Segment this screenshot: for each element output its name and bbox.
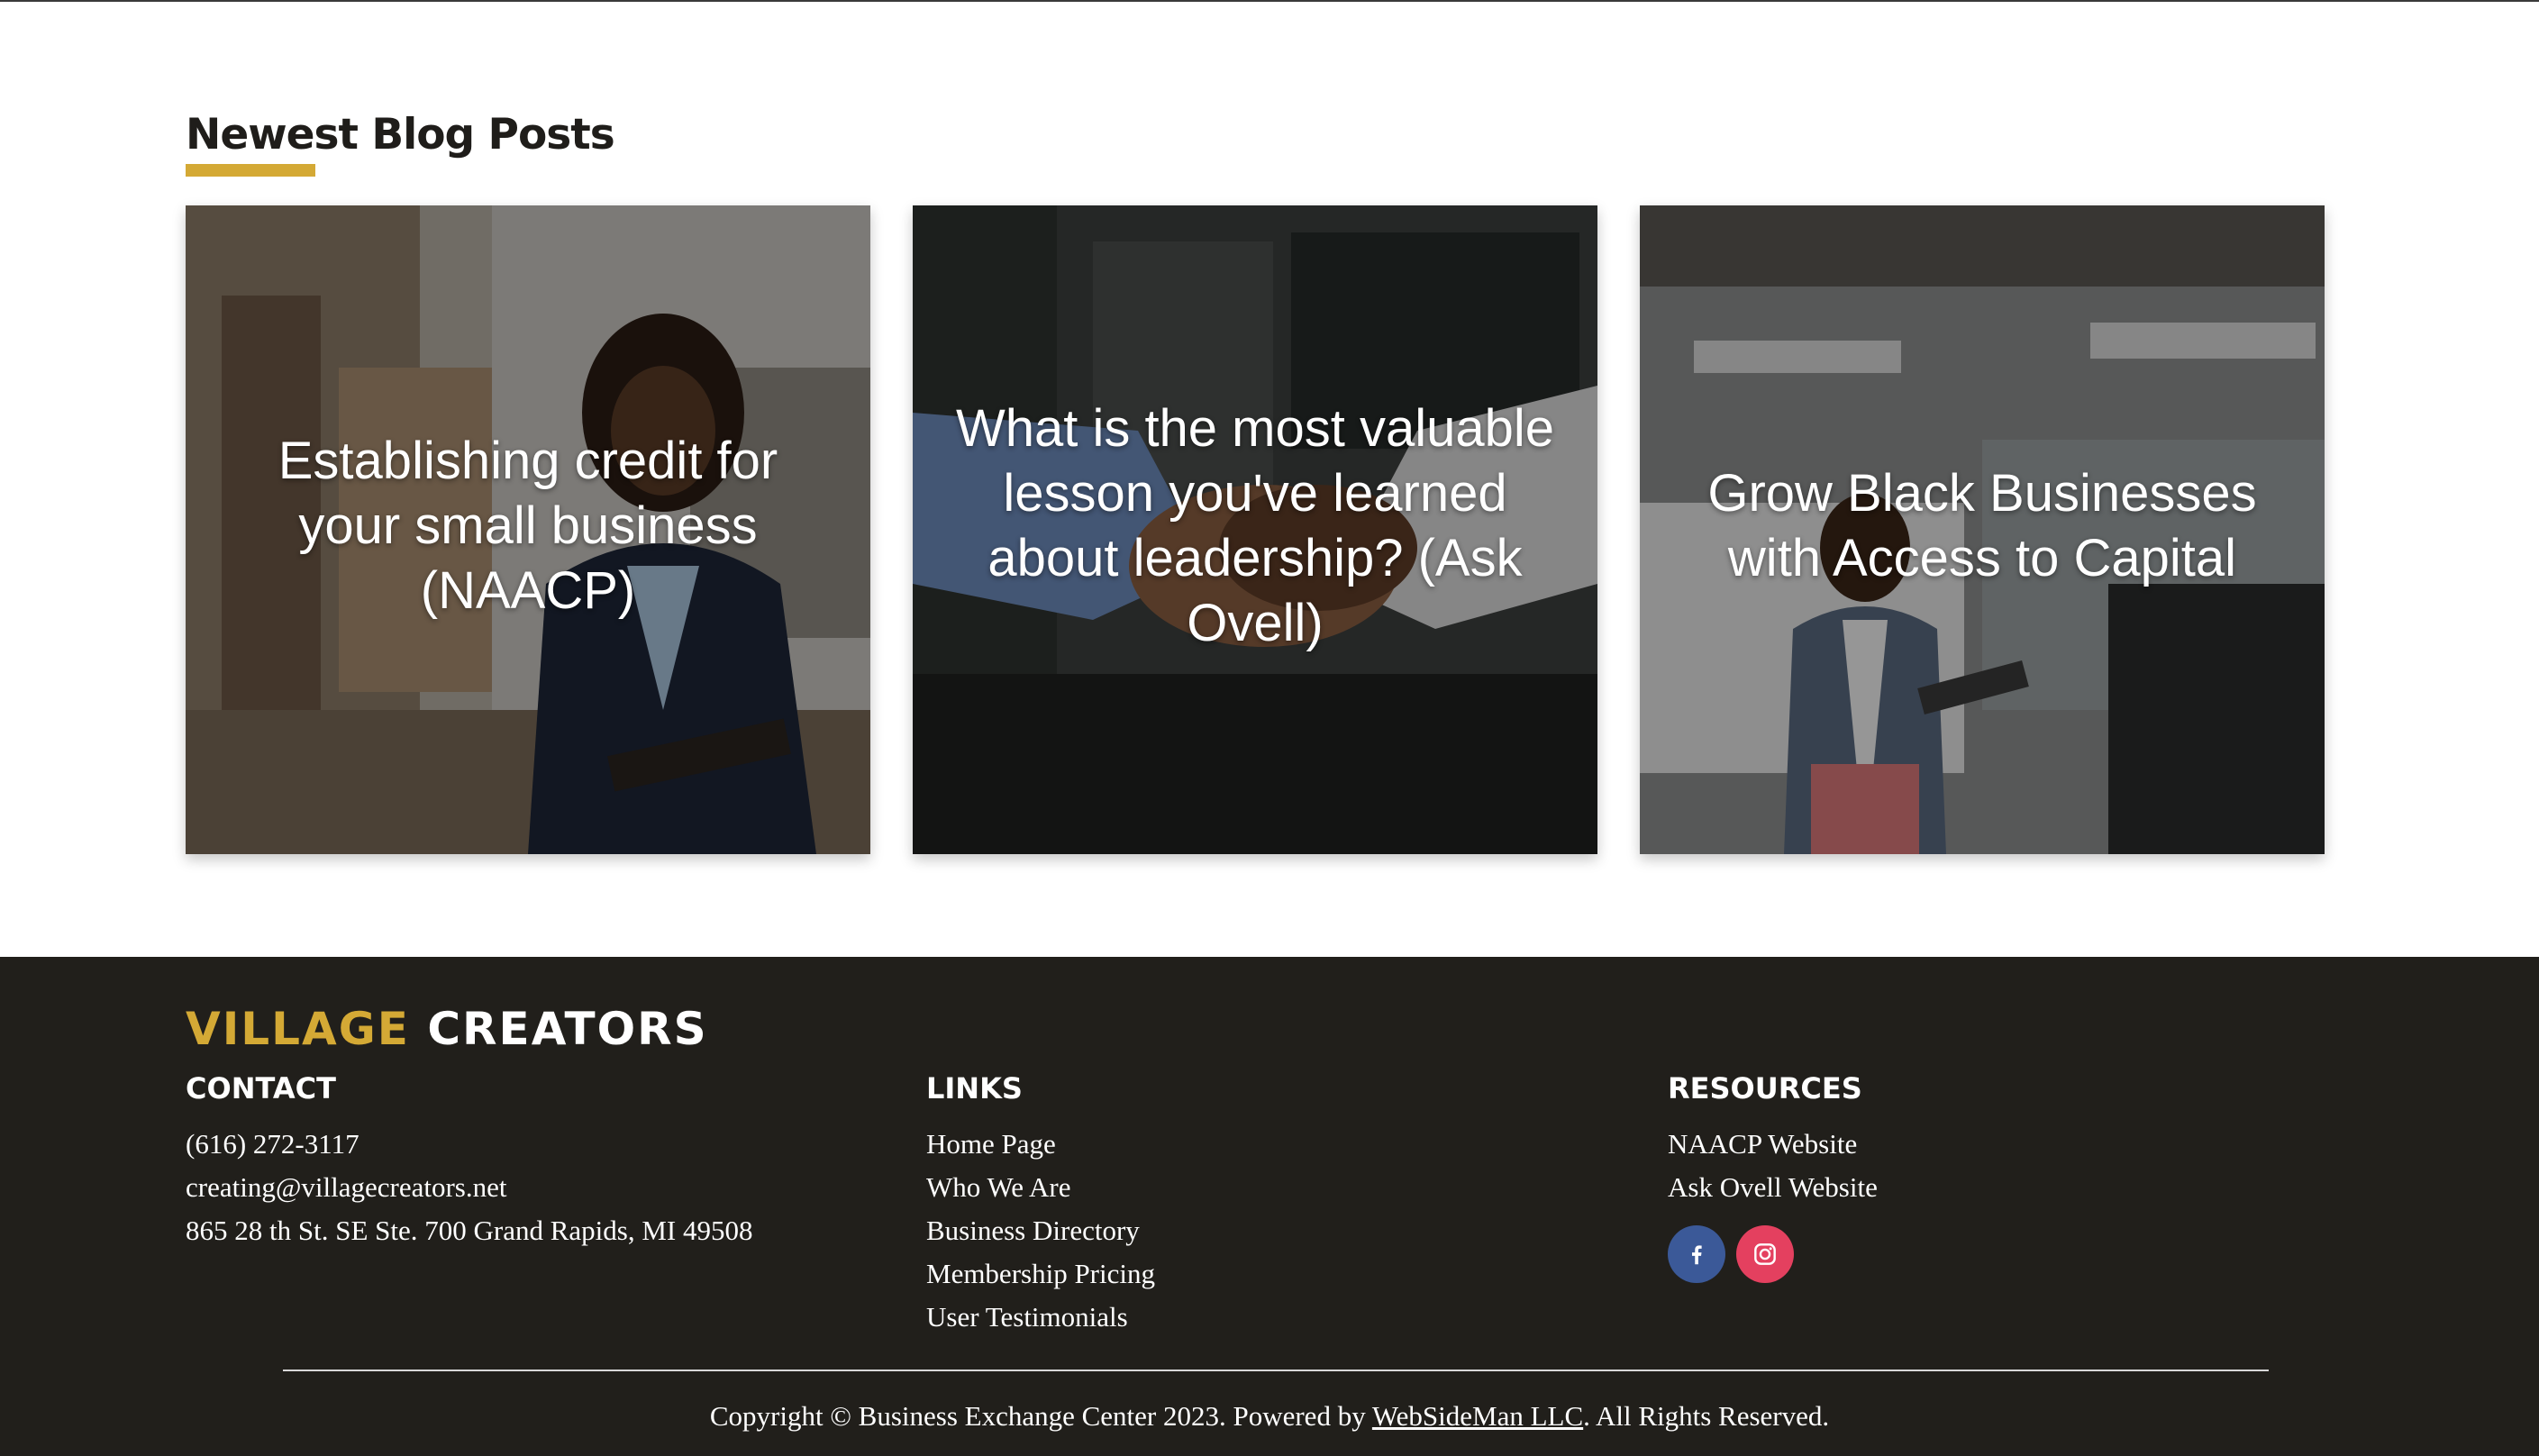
site-footer: VILLAGE CREATORS CONTACT (616) 272-3117 … bbox=[0, 957, 2539, 1456]
card-title[interactable]: Establishing credit for your small busin… bbox=[222, 205, 834, 854]
blog-card-ask-ovell[interactable]: What is the most valuable lesson you've … bbox=[913, 205, 1597, 854]
contact-heading: CONTACT bbox=[186, 1071, 336, 1106]
brand-word-creators: CREATORS bbox=[427, 1003, 708, 1055]
resources-column: RESOURCES NAACP Website Ask Ovell Websit… bbox=[1668, 1070, 1878, 1283]
blog-section: Newest Blog Posts Establishing credit fo… bbox=[0, 2, 2539, 957]
card-title[interactable]: What is the most valuable lesson you've … bbox=[949, 205, 1561, 854]
footer-link-user-testimonials[interactable]: User Testimonials bbox=[926, 1296, 1155, 1339]
links-column: LINKS Home Page Who We Are Business Dire… bbox=[926, 1070, 1155, 1339]
facebook-button[interactable] bbox=[1668, 1225, 1725, 1283]
brand-word-village: VILLAGE bbox=[186, 1003, 410, 1055]
footer-divider bbox=[283, 1370, 2269, 1371]
resource-link-ask-ovell[interactable]: Ask Ovell Website bbox=[1668, 1166, 1878, 1209]
copyright-suffix: . All Rights Reserved. bbox=[1583, 1400, 1830, 1432]
facebook-icon bbox=[1692, 1245, 1702, 1265]
footer-link-who-we-are[interactable]: Who We Are bbox=[926, 1166, 1155, 1209]
footer-brand-logo[interactable]: VILLAGE CREATORS bbox=[186, 1002, 708, 1056]
links-heading: LINKS bbox=[926, 1071, 1023, 1106]
blog-card-naacp[interactable]: Establishing credit for your small busin… bbox=[186, 205, 870, 854]
resources-heading: RESOURCES bbox=[1668, 1071, 1862, 1106]
copyright-text: Copyright © Business Exchange Center 202… bbox=[0, 1398, 2539, 1434]
contact-address: 865 28 th St. SE Ste. 700 Grand Rapids, … bbox=[186, 1215, 753, 1246]
instagram-button[interactable] bbox=[1736, 1225, 1794, 1283]
section-title: Newest Blog Posts bbox=[186, 110, 615, 159]
resource-link-naacp[interactable]: NAACP Website bbox=[1668, 1123, 1878, 1166]
contact-column: CONTACT (616) 272-3117 creating@villagec… bbox=[186, 1070, 752, 1252]
footer-link-membership-pricing[interactable]: Membership Pricing bbox=[926, 1252, 1155, 1296]
instagram-icon bbox=[1754, 1243, 1776, 1265]
social-links bbox=[1668, 1225, 1878, 1283]
footer-link-business-directory[interactable]: Business Directory bbox=[926, 1209, 1155, 1252]
contact-email-link[interactable]: creating@villagecreators.net bbox=[186, 1166, 752, 1209]
blog-card-capital[interactable]: Grow Black Businesses with Access to Cap… bbox=[1640, 205, 2325, 854]
websideman-link[interactable]: WebSideMan LLC bbox=[1372, 1400, 1583, 1432]
copyright-prefix: Copyright © Business Exchange Center 202… bbox=[709, 1400, 1372, 1432]
contact-phone-link[interactable]: (616) 272-3117 bbox=[186, 1123, 752, 1166]
footer-link-home-page[interactable]: Home Page bbox=[926, 1123, 1155, 1166]
title-underline bbox=[186, 164, 315, 177]
card-title[interactable]: Grow Black Businesses with Access to Cap… bbox=[1676, 205, 2289, 854]
